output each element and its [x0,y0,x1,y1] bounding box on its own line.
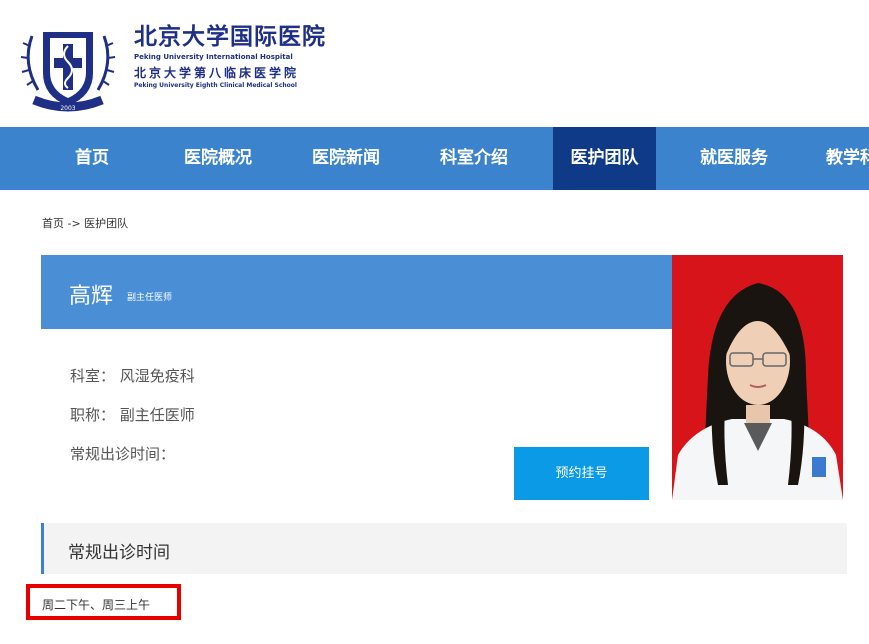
doctor-title: 职称： 副主任医师 [70,406,195,424]
main-nav: 首页 医院概况 医院新闻 科室介绍 医护团队 就医服务 教学科研 [0,127,869,190]
hospital-emblem-icon[interactable]: 2003 [18,18,118,118]
nav-item-services[interactable]: 就医服务 [684,127,784,190]
hospital-logo-text[interactable]: 北京大学国际医院 Peking University International… [134,24,326,90]
logo-title-cn: 北京大学国际医院 [134,23,326,50]
nav-item-departments[interactable]: 科室介绍 [424,127,524,190]
nav-item-medical-team[interactable]: 医护团队 [553,127,656,190]
breadcrumb[interactable]: 首页 -> 医护团队 [42,215,128,231]
book-appointment-button[interactable]: 预约挂号 [514,447,649,500]
emblem-year: 2003 [60,105,75,112]
schedule-section-title: 常规出诊时间 [68,543,170,563]
doctor-profile-bar: 高辉 副主任医师 [41,255,672,329]
schedule-section-header: 常规出诊时间 [41,523,847,574]
site-header: 2003 北京大学国际医院 Peking University Internat… [0,0,869,127]
logo-school-cn: 北京大学第八临床医学院 [134,66,300,80]
logo-school-en: Peking University Eighth Clinical Medica… [134,82,297,89]
doctor-department: 科室： 风湿免疫科 [70,367,195,385]
nav-item-about[interactable]: 医院概况 [168,127,268,190]
schedule-highlight-box: 周二下午、周三上午 [26,584,181,620]
doctor-schedule-label: 常规出诊时间： [70,445,176,463]
doctor-name: 高辉 [69,284,114,309]
logo-title-en: Peking University International Hospital [134,53,293,61]
nav-item-news[interactable]: 医院新闻 [296,127,396,190]
nav-item-home[interactable]: 首页 [48,127,136,190]
doctor-title-small: 副主任医师 [127,293,173,303]
schedule-text: 周二下午、周三上午 [42,598,151,612]
doctor-photo [672,255,843,500]
nav-item-teaching-research[interactable]: 教学科研 [826,127,869,190]
